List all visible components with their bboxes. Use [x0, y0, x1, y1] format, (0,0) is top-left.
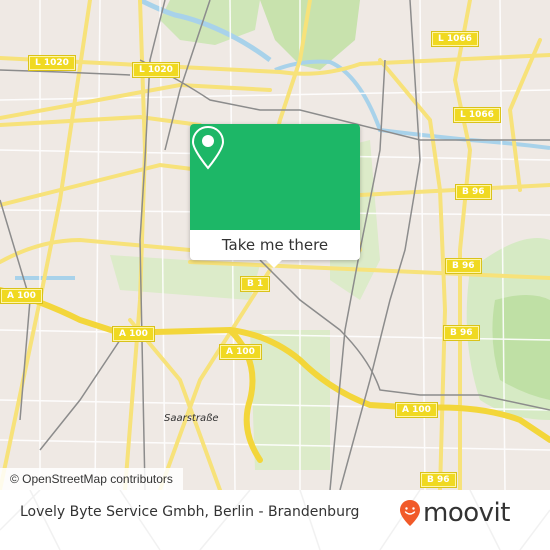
moovit-logo[interactable]: moovit — [399, 498, 510, 528]
moovit-pin-icon — [400, 500, 420, 526]
road-shield-a100-junction: A 100 — [219, 344, 262, 360]
map-attribution[interactable]: © OpenStreetMap contributors — [0, 468, 183, 490]
park-area — [110, 255, 260, 300]
road-shield-l1066-east: L 1066 — [453, 107, 501, 123]
road-shield-b96-middle: B 96 — [445, 258, 482, 274]
road-shield-a100-center: A 100 — [112, 326, 155, 342]
road-shield-l1020-west: L 1020 — [28, 55, 76, 71]
road-shield-l1020-center: L 1020 — [132, 62, 180, 78]
popup-header — [190, 124, 360, 230]
road-shield-b96-east: B 96 — [443, 325, 480, 341]
take-me-there-button[interactable]: Take me there — [190, 230, 360, 260]
popup-pointer — [266, 260, 282, 268]
road-shield-b96-north: B 96 — [455, 184, 492, 200]
road-shield-l1066-north: L 1066 — [431, 31, 479, 47]
map-pin-icon — [191, 125, 225, 170]
road-shield-b1: B 1 — [239, 276, 271, 292]
park-area — [160, 0, 260, 45]
road-shield-a100-west: A 100 — [0, 288, 43, 304]
location-title: Lovely Byte Service Gmbh, Berlin - Brand… — [20, 504, 360, 520]
footer-bar: Lovely Byte Service Gmbh, Berlin - Brand… — [0, 490, 550, 550]
location-popup: Take me there — [190, 124, 360, 268]
road-shield-b96-south: B 96 — [420, 472, 457, 488]
map-view[interactable]: L 1020 L 1020 L 1066 L 1066 B 96 B 96 B … — [0, 0, 550, 490]
road-shield-a100-east: A 100 — [395, 402, 438, 418]
moovit-logo-text: moovit — [423, 498, 510, 528]
place-label-saarstrasse: Saarstraße — [164, 413, 219, 424]
